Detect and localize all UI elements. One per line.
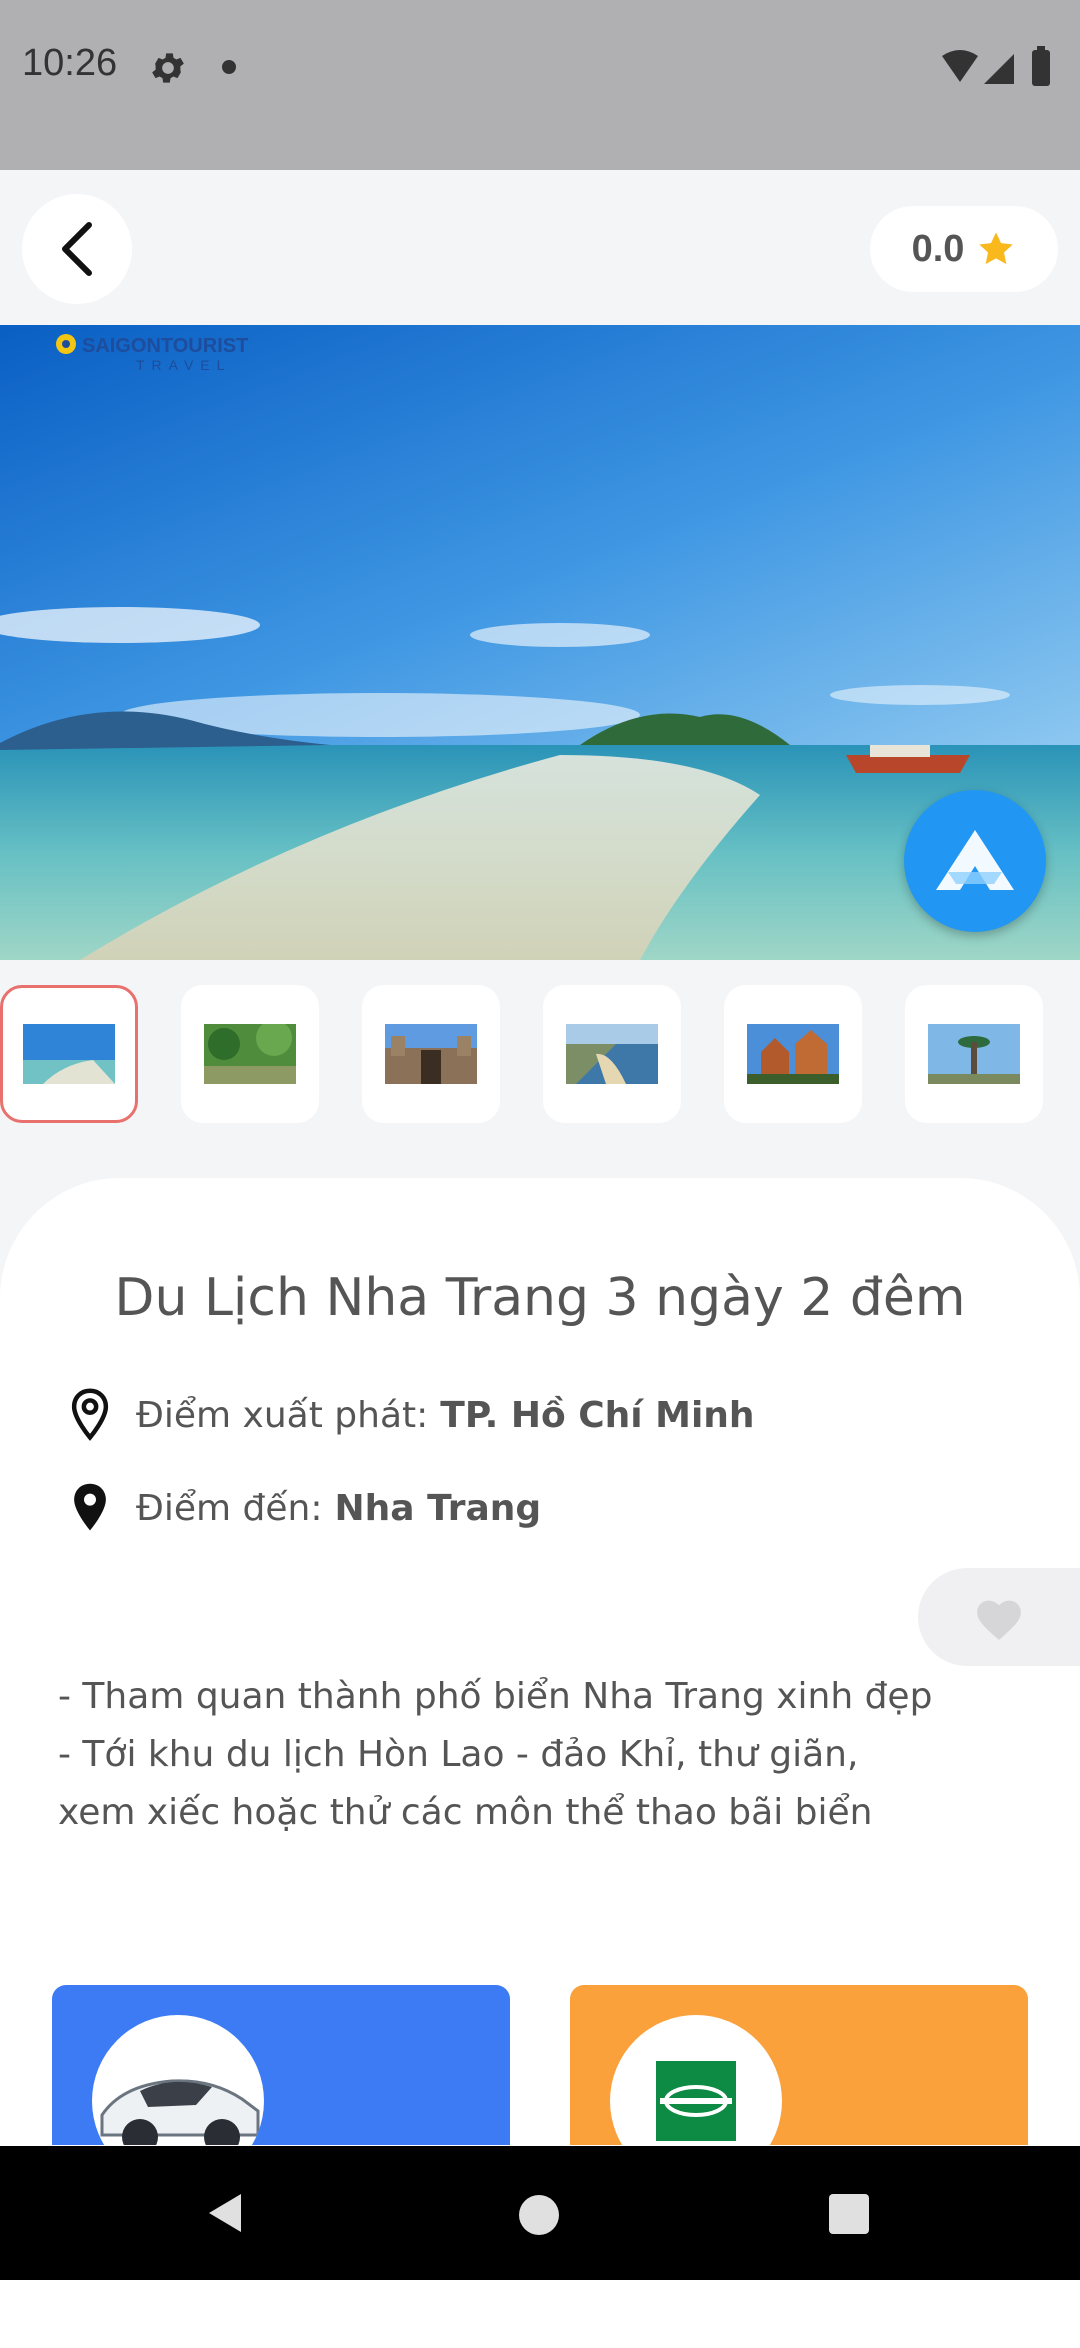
favorite-button[interactable] <box>918 1568 1080 1666</box>
nav-back-icon[interactable] <box>205 2190 245 2236</box>
thumbnail-strip <box>0 985 1080 1125</box>
status-time: 10:26 <box>22 42 118 84</box>
status-icons <box>942 46 1050 86</box>
star-icon <box>979 232 1014 265</box>
thumbnail-2[interactable] <box>181 985 319 1123</box>
top-bar: 0.0 <box>0 170 1080 325</box>
description-line-2: - Tới khu du lịch Hòn Lao - đảo Khỉ, thư… <box>58 1734 873 1833</box>
system-nav-bar <box>0 2146 1080 2280</box>
back-button[interactable] <box>22 194 132 304</box>
enterprise-card[interactable] <box>570 1985 1028 2145</box>
enterprise-logo-icon <box>610 2015 782 2145</box>
departure-label: Điểm xuất phát: <box>136 1394 429 1436</box>
thumbnail-6[interactable] <box>905 985 1043 1123</box>
notification-dot <box>222 60 236 74</box>
thumbnail-4[interactable] <box>543 985 681 1123</box>
heart-icon <box>977 1600 1021 1640</box>
destination-row: Điểm đến: Nha Trang <box>60 1478 541 1538</box>
destination-value: Nha Trang <box>334 1487 542 1529</box>
brand-sub-text: TRAVEL <box>136 357 231 373</box>
location-outline-icon <box>60 1385 120 1445</box>
thumbnail-5[interactable] <box>724 985 862 1123</box>
location-filled-icon <box>60 1478 120 1538</box>
brand-main-text: SAIGONTOURIST <box>82 335 248 357</box>
tour-description: - Tham quan thành phố biển Nha Trang xin… <box>58 1668 938 1842</box>
departure-value: TP. Hồ Chí Minh <box>440 1394 755 1436</box>
gear-icon <box>152 53 184 83</box>
car-icon <box>92 2015 264 2145</box>
back-arrow-icon <box>62 222 92 276</box>
nav-home-icon[interactable] <box>519 2195 559 2235</box>
description-line-1: - Tham quan thành phố biển Nha Trang xin… <box>58 1676 933 1717</box>
departure-row: Điểm xuất phát: TP. Hồ Chí Minh <box>60 1385 755 1445</box>
thumbnail-3[interactable] <box>362 985 500 1123</box>
saigontourist-logo: SAIGONTOURIST TRAVEL <box>52 330 252 374</box>
app-logo-icon <box>936 830 1014 890</box>
app-logo-fab[interactable] <box>904 790 1046 932</box>
thumbnail-1[interactable] <box>0 985 138 1123</box>
car-rental-card[interactable] <box>52 1985 510 2145</box>
status-bar: 10:26 <box>0 0 1080 170</box>
nav-recents-icon[interactable] <box>829 2194 869 2234</box>
rating-value: 0.0 <box>911 227 965 270</box>
destination-label: Điểm đến: <box>136 1487 323 1529</box>
rating-badge: 0.0 <box>870 206 1058 292</box>
tour-title: Du Lịch Nha Trang 3 ngày 2 đêm <box>114 1268 966 1328</box>
